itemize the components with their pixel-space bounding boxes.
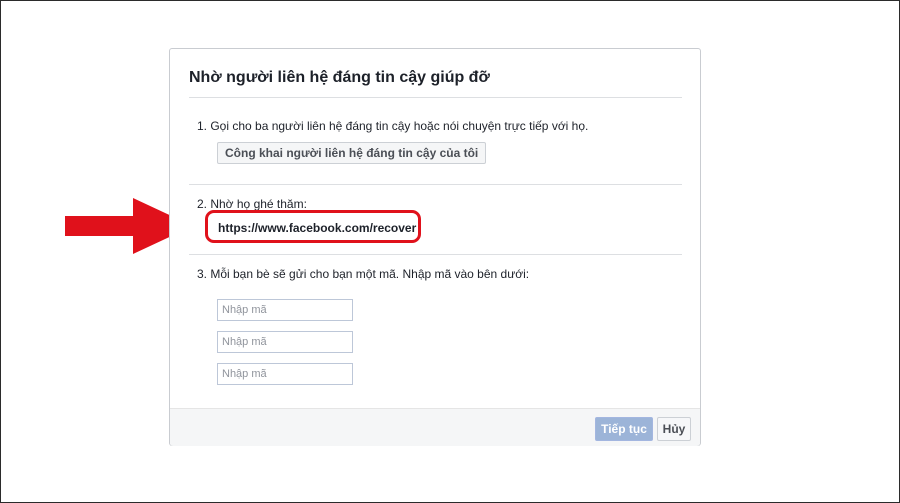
cancel-button[interactable]: Hủy — [657, 417, 691, 441]
dialog-footer: Tiếp tục Hủy — [170, 408, 700, 446]
continue-button[interactable]: Tiếp tục — [595, 417, 653, 441]
divider — [189, 184, 682, 185]
step-3-text: 3. Mỗi bạn bè sẽ gửi cho bạn một mã. Nhậ… — [197, 267, 530, 281]
screenshot-frame: Nhờ người liên hệ đáng tin cậy giúp đỡ 1… — [0, 0, 900, 503]
code-input-1[interactable] — [217, 299, 353, 321]
recover-url[interactable]: https://www.facebook.com/recover — [218, 221, 416, 235]
dialog-title: Nhờ người liên hệ đáng tin cậy giúp đỡ — [189, 69, 490, 86]
step-1-text: 1. Gọi cho ba người liên hệ đáng tin cậy… — [197, 119, 589, 133]
step-2-text: 2. Nhờ họ ghé thăm: — [197, 197, 307, 211]
divider — [189, 254, 682, 255]
trusted-contacts-dialog: Nhờ người liên hệ đáng tin cậy giúp đỡ 1… — [169, 48, 701, 446]
reveal-trusted-contacts-button[interactable]: Công khai người liên hệ đáng tin cậy của… — [217, 142, 487, 164]
divider — [189, 97, 682, 98]
code-input-2[interactable] — [217, 331, 353, 353]
code-input-3[interactable] — [217, 363, 353, 385]
